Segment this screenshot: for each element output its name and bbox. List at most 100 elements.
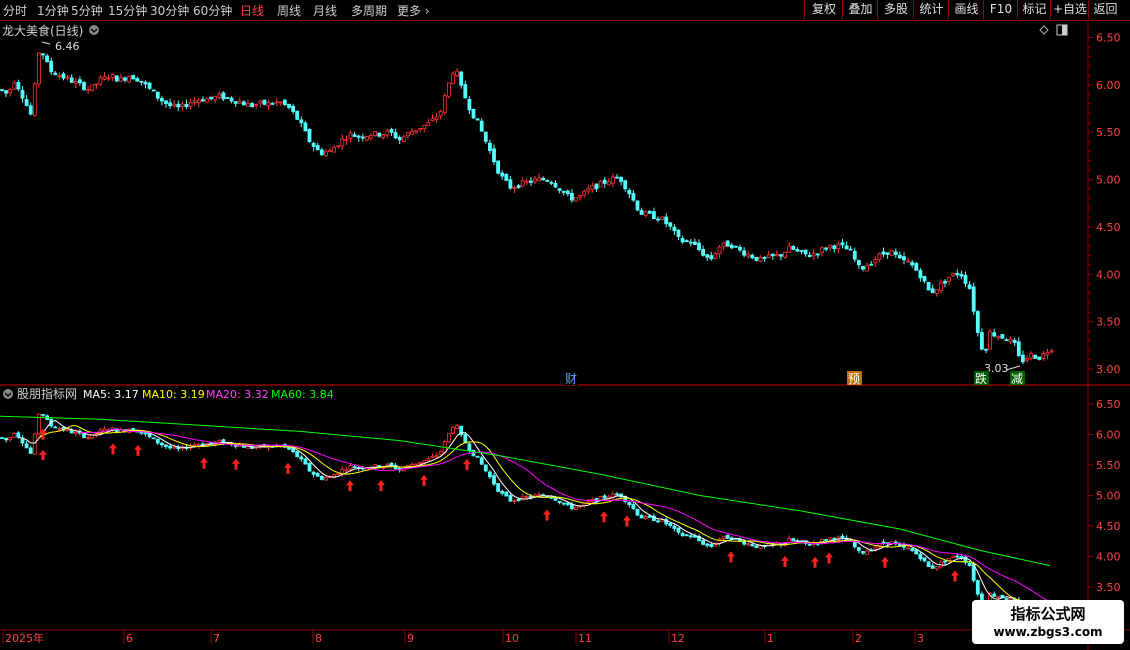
period-tab-daily[interactable]: 日线 (240, 2, 264, 19)
period-tab-5min[interactable]: 5分钟 (71, 2, 103, 19)
main-candle-body (611, 176, 615, 184)
event-badge-cai[interactable]: 财 (563, 371, 578, 386)
sub-candle-body (467, 443, 472, 452)
sub-candle-body (524, 496, 529, 498)
event-badge-jian[interactable]: 减 (1010, 371, 1025, 386)
main-candle-body (360, 136, 365, 139)
main-candle-body (967, 284, 972, 289)
main-candle-body (37, 52, 41, 85)
sub-candle-body (873, 546, 878, 550)
sub-candle-body (742, 540, 746, 545)
main-candle-body (889, 250, 894, 256)
sub-candle-body (918, 553, 923, 560)
period-tab-more[interactable]: 更多 › (397, 2, 430, 19)
price-tick-label: 3.50 (1096, 316, 1121, 329)
multi-stock-button[interactable]: 多股 (877, 0, 914, 19)
overlay-button[interactable]: 叠加 (842, 0, 878, 19)
period-tab-fenshi[interactable]: 分时 (3, 2, 27, 19)
event-badge-die[interactable]: 跌 (974, 371, 989, 386)
diamond-icon[interactable] (1039, 25, 1049, 35)
main-candle-body (315, 145, 320, 151)
main-candle-body (955, 273, 960, 276)
f10-button[interactable]: F10 (983, 0, 1018, 19)
sub-candle-body (336, 473, 341, 476)
main-candle-body (639, 210, 644, 215)
main-candle-body (65, 76, 70, 79)
main-candle-body (221, 92, 226, 100)
sub-candle-body (750, 543, 755, 547)
main-candle-body (16, 81, 21, 90)
sub-candle-body (483, 464, 488, 472)
sub-candle-body (24, 443, 29, 449)
mark-button[interactable]: 标记 (1017, 0, 1051, 19)
buy-arrow-icon (623, 515, 631, 527)
period-tab-15min[interactable]: 15分钟 (108, 2, 147, 19)
main-candle-body (787, 245, 792, 253)
kline-chart-area[interactable]: 6.50 6.00 5.50 5.00 4.50 4.00 3.50 3.00 6.50 6.0… (0, 20, 1130, 650)
main-candle-body (451, 73, 455, 84)
sub-candle-body (807, 543, 812, 546)
period-tab-multi[interactable]: 多周期 (351, 2, 387, 19)
sub-candle-body (635, 508, 640, 516)
main-candle-body (385, 130, 390, 136)
statistics-button[interactable]: 统计 (913, 0, 949, 19)
main-candle-body (668, 222, 673, 227)
main-candle-body (348, 132, 353, 139)
main-candle-body (229, 97, 234, 102)
main-candle-body (922, 275, 927, 282)
main-candle-body (914, 263, 919, 271)
sub-candle-body (295, 451, 300, 458)
sub-candle-body (561, 502, 566, 505)
main-candle-body (1041, 353, 1046, 359)
ma60-value: MA60: 3.84 (271, 388, 334, 401)
fuquan-button[interactable]: 复权 (804, 0, 843, 19)
sub-candle-body (28, 447, 33, 454)
period-tab-1min[interactable]: 1分钟 (37, 2, 69, 19)
sub-candle-body (373, 464, 378, 468)
main-candle-body (467, 98, 472, 111)
main-candle-body (1033, 354, 1038, 359)
main-candle-body (508, 179, 513, 189)
sub-candle-body (16, 432, 21, 438)
period-tab-weekly[interactable]: 周线 (277, 2, 301, 19)
sub-candle-body (315, 473, 320, 477)
main-candle-body (725, 240, 730, 247)
main-candle-body (594, 183, 599, 190)
main-candle-body (102, 75, 107, 80)
sub-candle-body (717, 538, 722, 544)
sub-candle-body (65, 429, 70, 431)
sub-candle-body (643, 515, 648, 520)
main-candle-body (754, 257, 759, 261)
sub-candle-body (192, 444, 197, 447)
collapse-icon[interactable] (89, 25, 99, 35)
main-candle-body (750, 254, 755, 259)
sub-candle-body (217, 440, 222, 443)
main-candle-body (721, 242, 726, 247)
event-badge-yu[interactable]: 预 (847, 371, 862, 386)
main-candle-body (131, 75, 136, 80)
draw-line-button[interactable]: 画线 (948, 0, 984, 19)
main-candle-body (492, 148, 496, 163)
back-button[interactable]: 返回 (1088, 0, 1122, 19)
sub-candle-body (951, 555, 956, 558)
window-toggle-icon[interactable] (1056, 24, 1068, 36)
period-tab-monthly[interactable]: 月线 (313, 2, 337, 19)
main-candle-body (828, 244, 833, 249)
period-tab-60min[interactable]: 60分钟 (193, 2, 232, 19)
main-candle-body (590, 185, 595, 190)
main-candle-body (78, 79, 82, 84)
sub-candle-body (746, 543, 751, 546)
svg-text:财: 财 (565, 372, 577, 386)
indicator-collapse-icon[interactable] (3, 389, 13, 399)
main-candle-body (332, 146, 337, 153)
add-watchlist-button[interactable]: +自选 (1050, 0, 1089, 19)
sub-candle-body (828, 537, 833, 540)
period-tab-30min[interactable]: 30分钟 (150, 2, 189, 19)
main-candle-body (213, 96, 218, 101)
main-candle-body (516, 185, 521, 188)
sub-candle-body (967, 562, 972, 567)
sub-candle-body (672, 525, 677, 529)
sub-candle-body (155, 438, 160, 444)
main-candle-body (537, 177, 541, 182)
main-candle-body (729, 244, 734, 249)
